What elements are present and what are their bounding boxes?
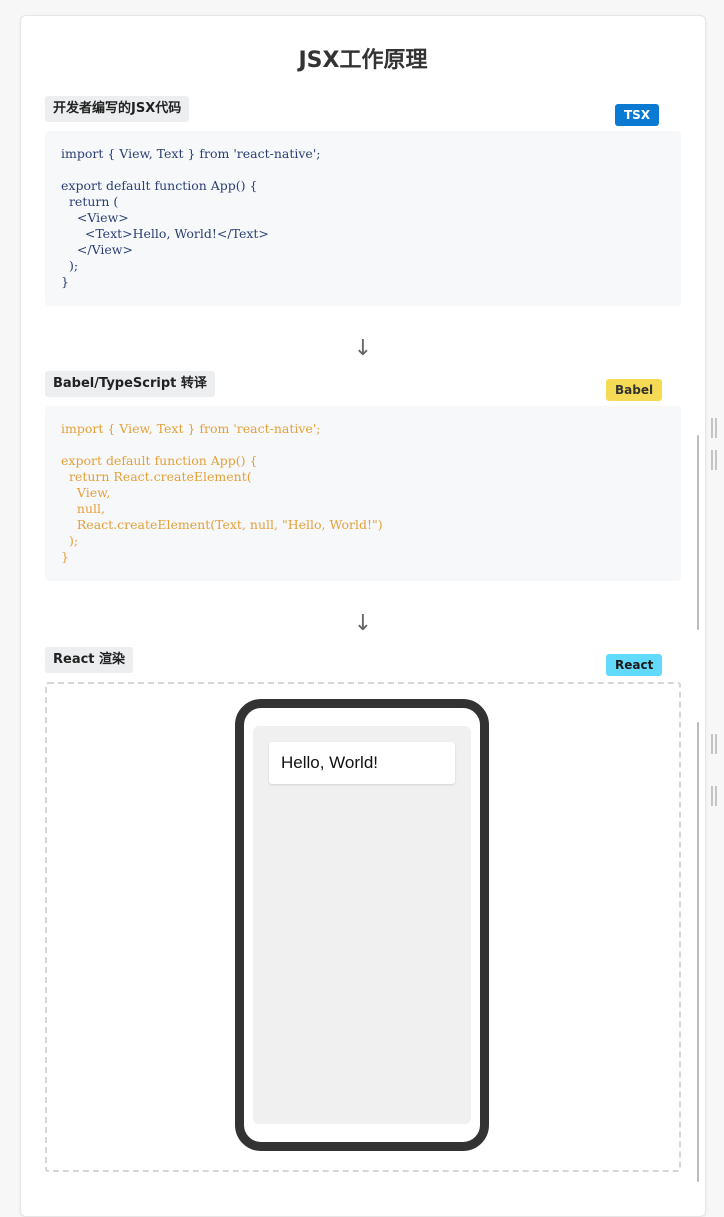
resize-grip-icon[interactable] bbox=[715, 418, 717, 438]
page-title: JSX工作原理 bbox=[298, 48, 428, 73]
resize-grip-icon[interactable] bbox=[715, 786, 717, 806]
arrow-down-icon: ↓ bbox=[353, 336, 373, 361]
scrollbar[interactable] bbox=[697, 435, 699, 630]
phone-frame: Hello, World! bbox=[235, 699, 489, 1151]
resize-grip-icon[interactable] bbox=[711, 450, 713, 470]
badge-react: React bbox=[606, 654, 663, 676]
section-label-babel: Babel/TypeScript 转译 bbox=[45, 371, 215, 397]
code-block-jsx: import { View, Text } from 'react-native… bbox=[45, 131, 681, 306]
code-jsx: import { View, Text } from 'react-native… bbox=[61, 146, 321, 289]
section-label-react: React 渲染 bbox=[45, 647, 134, 673]
badge-tsx: TSX bbox=[615, 104, 660, 126]
hello-text: Hello, World! bbox=[269, 742, 455, 784]
resize-grip-icon[interactable] bbox=[715, 734, 717, 754]
resize-grip-icon[interactable] bbox=[711, 786, 713, 806]
section-label-jsx: 开发者编写的JSX代码 bbox=[45, 96, 190, 122]
code-babel: import { View, Text } from 'react-native… bbox=[61, 421, 383, 564]
resize-grip-icon[interactable] bbox=[711, 418, 713, 438]
resize-grip-icon[interactable] bbox=[715, 450, 717, 470]
render-preview-area: Hello, World! bbox=[45, 682, 681, 1172]
scrollbar[interactable] bbox=[697, 722, 699, 1182]
main-card: JSX工作原理 开发者编写的JSX代码 TSX import { View, T… bbox=[20, 15, 706, 1217]
code-block-babel: import { View, Text } from 'react-native… bbox=[45, 406, 681, 581]
phone-screen: Hello, World! bbox=[253, 726, 471, 1124]
resize-grip-icon[interactable] bbox=[711, 734, 713, 754]
arrow-down-icon: ↓ bbox=[353, 611, 373, 636]
badge-babel: Babel bbox=[606, 379, 663, 401]
